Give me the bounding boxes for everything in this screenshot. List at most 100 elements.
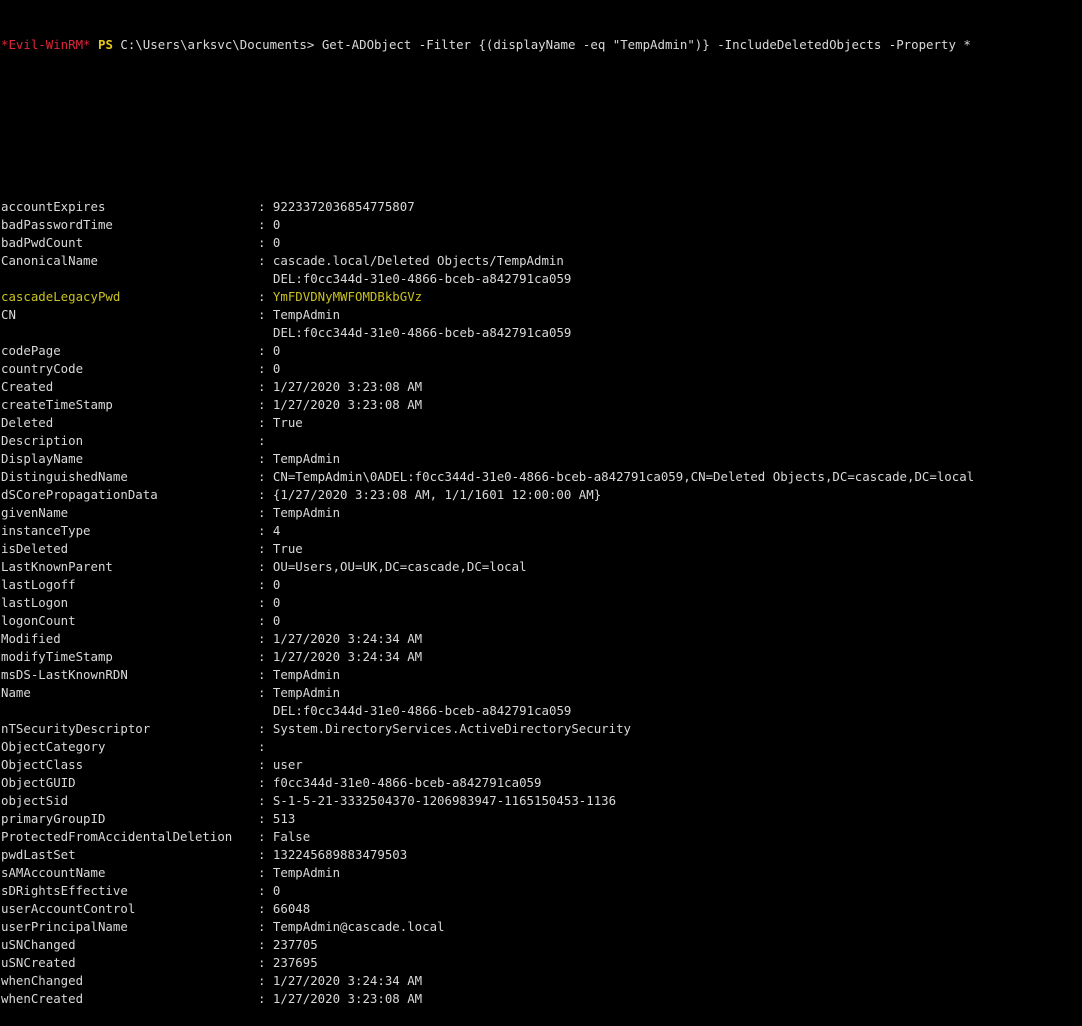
property-key: uSNChanged (1, 937, 76, 952)
property-value: TempAdmin (272, 685, 341, 700)
property-separator: : (258, 649, 273, 664)
property-row: sAMAccountName: TempAdmin (1, 864, 1082, 882)
property-value: cascade.local/Deleted Objects/TempAdmin (272, 253, 564, 268)
property-row: logonCount: 0 (1, 612, 1082, 630)
property-key: uSNCreated (1, 955, 76, 970)
property-row: ObjectCategory: (1, 738, 1082, 756)
terminal-window[interactable]: *Evil-WinRM* PS C:\Users\arksvc\Document… (0, 0, 1082, 1006)
property-separator: : (258, 721, 273, 736)
command-text: Get-ADObject -Filter {(displayName -eq "… (314, 37, 971, 52)
property-separator: : (258, 631, 273, 646)
property-value: {1/27/2020 3:23:08 AM, 1/1/1601 12:00:00… (272, 487, 602, 502)
property-row: whenCreated: 1/27/2020 3:23:08 AM (1, 990, 1082, 1008)
property-separator: : (258, 667, 273, 682)
property-row: Created: 1/27/2020 3:23:08 AM (1, 378, 1082, 396)
property-row: ObjectGUID: f0cc344d-31e0-4866-bceb-a842… (1, 774, 1082, 792)
property-key: CanonicalName (1, 253, 98, 268)
property-value: YmFDVDNyMWFOMDBkbGVz (272, 289, 423, 304)
property-row: userAccountControl: 66048 (1, 900, 1082, 918)
property-separator: : (258, 613, 273, 628)
property-key: DistinguishedName (1, 469, 128, 484)
property-separator: : (258, 901, 273, 916)
property-value: 513 (272, 811, 296, 826)
property-separator: : (258, 865, 273, 880)
property-separator: : (258, 685, 273, 700)
property-value: True (272, 415, 303, 430)
property-row: dSCorePropagationData: {1/27/2020 3:23:0… (1, 486, 1082, 504)
property-separator: : (258, 469, 273, 484)
property-separator: : (258, 739, 273, 754)
property-row: badPasswordTime: 0 (1, 216, 1082, 234)
property-row: lastLogon: 0 (1, 594, 1082, 612)
property-value: 1/27/2020 3:23:08 AM (272, 397, 423, 412)
property-value: 0 (272, 577, 281, 592)
property-row: givenName: TempAdmin (1, 504, 1082, 522)
command-prompt-line: *Evil-WinRM* PS C:\Users\arksvc\Document… (1, 36, 1082, 54)
property-value: S-1-5-21-3332504370-1206983947-116515045… (272, 793, 617, 808)
property-row: pwdLastSet: 132245689883479503 (1, 846, 1082, 864)
property-separator: : (258, 991, 273, 1006)
property-row: primaryGroupID: 513 (1, 810, 1082, 828)
property-row: ProtectedFromAccidentalDeletion: False (1, 828, 1082, 846)
property-value: 1/27/2020 3:24:34 AM (272, 631, 423, 646)
property-separator: : (258, 829, 273, 844)
property-key: cascadeLegacyPwd (1, 289, 121, 304)
property-row: DistinguishedName: CN=TempAdmin\0ADEL:f0… (1, 468, 1082, 486)
property-row: countryCode: 0 (1, 360, 1082, 378)
property-value: TempAdmin@cascade.local (272, 919, 445, 934)
property-row: Description: (1, 432, 1082, 450)
property-value: 1/27/2020 3:23:08 AM (272, 379, 423, 394)
property-key: whenChanged (1, 973, 84, 988)
property-value: False (272, 829, 311, 844)
property-key: logonCount (1, 613, 76, 628)
property-row: CN: TempAdmin (1, 306, 1082, 324)
property-key: nTSecurityDescriptor (1, 721, 151, 736)
property-row: uSNChanged: 237705 (1, 936, 1082, 954)
property-value: 237695 (272, 955, 318, 970)
property-value: 0 (272, 343, 281, 358)
property-separator: : (258, 919, 273, 934)
property-value: 1/27/2020 3:23:08 AM (272, 991, 423, 1006)
property-separator: : (258, 361, 273, 376)
property-key: isDeleted (1, 541, 69, 556)
property-separator: : (258, 415, 273, 430)
property-separator: : (258, 523, 273, 538)
property-key: ObjectCategory (1, 739, 106, 754)
property-separator: : (258, 973, 273, 988)
property-value: 0 (272, 595, 281, 610)
current-directory: C:\Users\arksvc\Documents> (120, 37, 315, 52)
property-separator: : (258, 451, 273, 466)
property-value: 9223372036854775807 (272, 199, 415, 214)
property-key: objectSid (1, 793, 69, 808)
property-row: uSNCreated: 237695 (1, 954, 1082, 972)
property-value: 1/27/2020 3:24:34 AM (272, 649, 423, 664)
property-separator: : (258, 775, 273, 790)
property-row: userPrincipalName: TempAdmin@cascade.loc… (1, 918, 1082, 936)
property-row: whenChanged: 1/27/2020 3:24:34 AM (1, 972, 1082, 990)
property-value: True (272, 541, 303, 556)
property-separator: : (258, 217, 273, 232)
property-key: instanceType (1, 523, 91, 538)
property-key: sAMAccountName (1, 865, 106, 880)
property-value: 0 (272, 613, 281, 628)
property-separator: : (258, 379, 273, 394)
property-key: ObjectGUID (1, 775, 76, 790)
property-separator: : (258, 811, 273, 826)
property-value: OU=Users,OU=UK,DC=cascade,DC=local (272, 559, 527, 574)
property-value: TempAdmin (272, 667, 341, 682)
property-separator: : (258, 235, 273, 250)
property-row: ObjectClass: user (1, 756, 1082, 774)
property-row: Modified: 1/27/2020 3:24:34 AM (1, 630, 1082, 648)
property-separator: : (258, 937, 273, 952)
property-separator: : (258, 793, 273, 808)
property-row: isDeleted: True (1, 540, 1082, 558)
property-value: 1/27/2020 3:24:34 AM (272, 973, 423, 988)
property-key: userAccountControl (1, 901, 136, 916)
property-value: System.DirectoryServices.ActiveDirectory… (272, 721, 631, 736)
property-key: badPasswordTime (1, 217, 113, 232)
property-row: DisplayName: TempAdmin (1, 450, 1082, 468)
property-value: 0 (272, 217, 281, 232)
property-key: createTimeStamp (1, 397, 113, 412)
